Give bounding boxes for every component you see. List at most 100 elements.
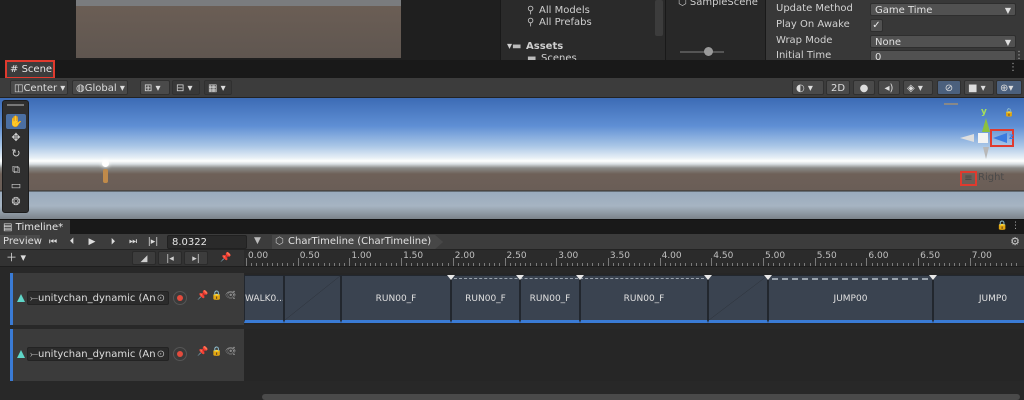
project-scrollbar[interactable] [655,0,663,36]
clip-jump-1[interactable]: JUMP00 [768,275,933,323]
scene-tools-overlay: ✋ ✥ ↻ ⧉ ▭ ❂ [2,100,29,213]
unitychan-character[interactable] [102,160,109,184]
orientation-gizmo[interactable]: y 🔒 z [954,104,1014,164]
current-time-field[interactable]: 8.0322 [167,235,247,249]
gizmos-dropdown[interactable]: ⊕▾ [996,80,1022,95]
clip-run-3[interactable]: RUN00_F [520,275,580,323]
ruler-minor-tick [943,263,945,266]
ruler-minor-tick [742,263,744,266]
track-binding-field[interactable]: ⤚ unitychan_dynamic (An ⊙ [27,291,169,305]
scene-tab[interactable]: # Scene [5,60,55,79]
ripple-mode-button[interactable]: ◢ [132,251,156,265]
icon-size-slider-track[interactable] [680,51,724,53]
lock-icon[interactable]: 🔒 ⋮ [997,221,1020,231]
global-space-dropdown[interactable]: ◍Global ▾ [72,80,128,95]
view-options-menu[interactable]: ≡ [960,171,977,186]
draw-mode-dropdown[interactable]: ◐ ▾ [792,80,824,95]
transform-tool-button[interactable]: ❂ [6,194,26,209]
play-range-button[interactable]: |▸| [144,236,162,248]
icon-size-slider-knob[interactable] [704,47,713,56]
clip-run-1[interactable]: RUN00_F [341,275,451,323]
ruler-major-tick [659,258,661,266]
ruler-minor-tick [375,263,377,266]
effects-dropdown[interactable]: ◈ ▾ [903,80,933,95]
prev-frame-button[interactable]: ⏴ [63,236,81,248]
update-method-dropdown[interactable]: Game Time ▼ [870,3,1016,16]
time-ruler[interactable]: 0.00 0.50 1.00 1.50 2.00 2.50 3.00 3.50 4.00 4.50… [244,250,1024,267]
clip-blend-walk-run[interactable] [284,275,341,323]
ruler-minor-tick [778,263,780,266]
lock-icon[interactable]: 🔒 [211,291,222,301]
overlay-grip-icon[interactable] [7,104,24,106]
project-item-all-prefabs[interactable]: ⚲ All Prefabs [527,17,592,29]
rect-tool-button[interactable]: ▭ [6,178,26,193]
clip-run-2[interactable]: RUN00_F [451,275,520,323]
animation-track-header-1[interactable]: ⤚ unitychan_dynamic (An ⊙ 📌 🔒 👁 ⋮ [10,273,244,325]
mix-mode-button[interactable]: |◂ [158,251,182,265]
kebab-menu-icon[interactable]: ⋮ [229,346,239,357]
animation-track-header-2[interactable]: ⤚ unitychan_dynamic (An ⊙ 📌 🔒 👁 ⋮ [10,329,244,381]
gear-icon[interactable]: ⚙ [1010,235,1020,248]
goto-end-button[interactable]: ⏭ [124,236,142,248]
track-binding-field[interactable]: ⤚ unitychan_dynamic (An ⊙ [27,347,169,361]
rotate-tool-button[interactable]: ↻ [6,146,26,161]
z-axis-cone[interactable] [993,133,1007,143]
clip-edge-marker-icon [447,275,455,280]
timeline-tab[interactable]: ▤ Timeline* [0,220,70,235]
animation-track-lane-2[interactable] [244,329,1024,381]
neg-y-axis-cone[interactable] [983,147,989,159]
play-button[interactable]: ▶ [83,236,101,248]
hand-tool-button[interactable]: ✋ [6,114,26,129]
wrap-mode-dropdown[interactable]: None ▼ [870,35,1016,48]
y-axis-cone[interactable] [982,118,990,132]
ruler-major-tick [246,258,247,266]
scene-viewport[interactable] [0,98,1024,219]
gizmo-center-cube[interactable] [978,133,988,143]
hidden-objects-toggle[interactable]: ⊘ [937,80,961,95]
ruler-minor-tick [726,263,728,266]
ruler-minor-tick [370,263,372,266]
record-button[interactable] [173,291,187,305]
project-item-assets[interactable]: ▾▬ Assets [507,41,563,53]
add-track-button[interactable]: ＋ ▾ [6,251,36,265]
clip-walk[interactable]: WALK0... [244,275,284,323]
play-on-awake-checkbox[interactable]: ✓ [870,19,883,32]
pin-icon[interactable]: 📌 [197,347,208,357]
goto-start-button[interactable]: ⏮ [44,236,62,248]
clip-jump-2[interactable]: JUMP0 [933,275,1024,323]
kebab-menu-icon[interactable]: ⋮ [1008,62,1018,73]
lock-icon[interactable]: 🔒 [211,347,222,357]
record-button[interactable] [173,347,187,361]
pin-icon[interactable]: 📌 [197,291,208,301]
lighting-toggle-button[interactable]: ● [853,80,875,95]
grid-snap-icon: ⊞ ▾ [144,83,161,94]
timeline-asset-breadcrumb[interactable]: ⬡ CharTimeline (CharTimeline) [272,235,443,249]
binding-arrow-icon: ⤚ [30,349,38,360]
timeline-horizontal-scrollbar[interactable] [262,394,1020,400]
clip-run-4[interactable]: RUN00_F [580,275,708,323]
move-tool-button[interactable]: ✥ [6,130,26,145]
object-picker-icon[interactable]: ⊙ [157,348,165,360]
increment-snap-button[interactable]: ⊟ ▾ [172,80,200,95]
clip-edge-marker-icon [576,275,584,280]
hierarchy-scene-item[interactable]: ⬡ SampleScene [678,0,758,8]
animation-track-lane-1[interactable]: WALK0... RUN00_F RUN00_F RUN00_F RUN00_F… [244,273,1024,325]
grid-visibility-button[interactable]: ▦ ▾ [204,80,232,95]
replace-mode-button[interactable]: ▸| [184,251,208,265]
grid-snap-button[interactable]: ⊞ ▾ [140,80,170,95]
audio-toggle-button[interactable]: ◂) [878,80,900,95]
toggle-2d-button[interactable]: 2D [826,80,850,95]
object-picker-icon[interactable]: ⊙ [157,292,165,304]
scale-tool-button[interactable]: ⧉ [6,162,26,177]
pivot-center-dropdown[interactable]: ◫Center ▾ [10,80,68,95]
next-frame-button[interactable]: ⏵ [104,236,122,248]
project-item-all-models[interactable]: ⚲ All Models [527,5,590,17]
x-axis-cone[interactable] [960,134,974,142]
lock-icon[interactable]: 🔒 [1004,108,1014,117]
kebab-menu-icon[interactable]: ⋮ [229,290,239,301]
clip-blend-run-jump[interactable] [708,275,768,323]
preview-toggle[interactable]: Preview [0,235,42,249]
markers-toggle-button[interactable]: 📌 [214,251,238,265]
asset-dropdown-arrow-icon[interactable]: ▼ [254,236,261,246]
camera-settings-dropdown[interactable]: ■ ▾ [964,80,994,95]
